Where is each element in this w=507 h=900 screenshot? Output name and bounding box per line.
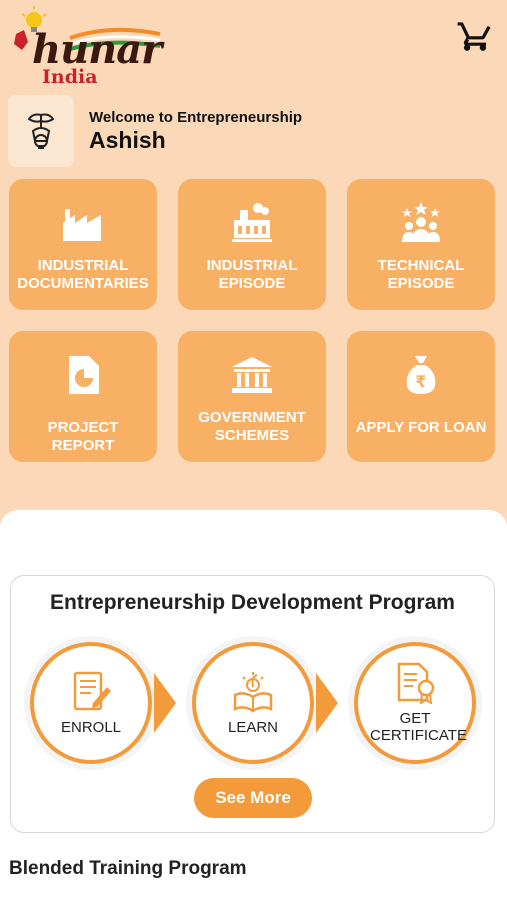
learn-book-icon (233, 671, 273, 713)
step-label: ENROLL (60, 718, 122, 736)
tile-apply-for-loan[interactable]: ₹ APPLY FOR LOAN (347, 331, 495, 462)
report-chart-icon (65, 353, 101, 397)
tile-label: TECHNICAL EPISODE (377, 257, 465, 292)
step-label: LEARN (227, 718, 279, 736)
user-name: Ashish (89, 127, 166, 153)
step-arrow-icon (154, 673, 176, 733)
tile-label: PROJECT REPORT (47, 419, 119, 454)
tile-label: APPLY FOR LOAN (355, 419, 487, 436)
cart-icon[interactable] (456, 16, 494, 54)
certificate-icon (397, 662, 435, 704)
tile-label: INDUSTRIAL DOCUMENTARIES (17, 257, 149, 292)
team-stars-icon (399, 201, 443, 245)
factory-icon (61, 201, 105, 245)
edp-card: Entrepreneurship Development Program ENR… (10, 575, 495, 833)
step-get-certificate[interactable]: GET CERTIFICATE (354, 642, 476, 764)
welcome-banner: Welcome to Entrepreneurship Ashish (8, 95, 498, 167)
edp-title: Entrepreneurship Development Program (50, 591, 455, 614)
step-arrow-icon (316, 673, 338, 733)
enroll-form-icon (73, 671, 111, 710)
see-more-button[interactable]: See More (194, 778, 312, 818)
tile-government-schemes[interactable]: GOVERNMENT SCHEMES (178, 331, 326, 462)
tile-label: GOVERNMENT SCHEMES (198, 409, 306, 444)
logo-subtext: India (42, 66, 98, 88)
step-label: GET CERTIFICATE (370, 710, 467, 744)
government-building-icon (230, 353, 274, 397)
tile-project-report[interactable]: PROJECT REPORT (9, 331, 157, 462)
welcome-greeting: Welcome to Entrepreneurship (89, 109, 303, 126)
svg-text:₹: ₹ (415, 372, 426, 391)
hunar-india-logo[interactable]: hunar India (10, 4, 170, 90)
tile-technical-episode[interactable]: TECHNICAL EPISODE (347, 179, 495, 310)
app-header: hunar India (0, 0, 507, 92)
step-learn[interactable]: LEARN (192, 642, 314, 764)
tile-label: INDUSTRIAL EPISODE (206, 257, 298, 292)
tile-industrial-episode[interactable]: INDUSTRIAL EPISODE (178, 179, 326, 310)
money-bag-icon: ₹ (403, 353, 439, 397)
industry-icon (230, 201, 274, 245)
tile-industrial-documentaries[interactable]: INDUSTRIAL DOCUMENTARIES (9, 179, 157, 310)
step-enroll[interactable]: ENROLL (30, 642, 152, 764)
blended-training-title: Blended Training Program (9, 858, 247, 879)
sprout-bulb-icon (8, 95, 74, 167)
